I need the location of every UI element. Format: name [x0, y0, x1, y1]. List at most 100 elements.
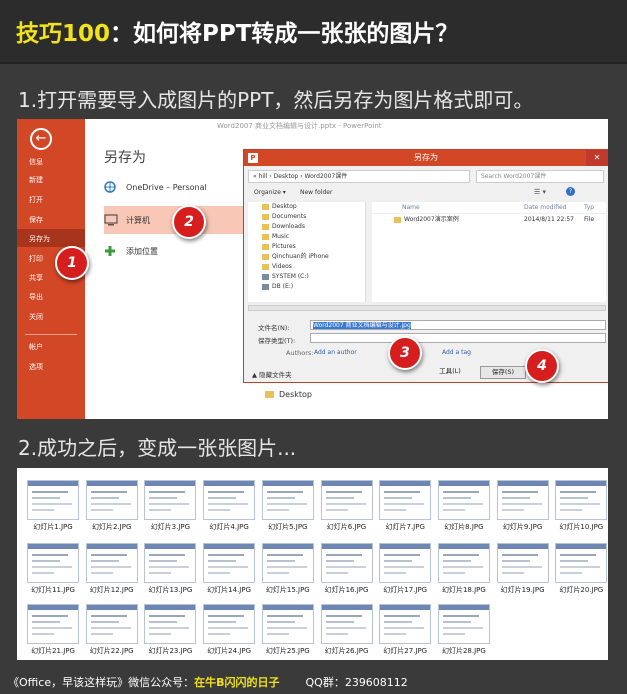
menu-item[interactable]: 导出	[29, 292, 43, 302]
powerpoint-screenshot: Word2007 商业文档编辑与设计.pptx - PowerPoint ← 信…	[17, 119, 608, 419]
tree-item[interactable]: Qinchuan的 iPhone	[248, 252, 365, 262]
menu-item[interactable]: 新建	[29, 175, 43, 185]
column-name[interactable]: Name	[402, 202, 420, 214]
dialog-toolbar: Organize ▾ New folder ☰ ▾ ?	[244, 186, 608, 200]
slide-thumbnail[interactable]: 幻灯片3.JPG	[144, 480, 197, 532]
slide-thumbnail[interactable]: 幻灯片26.JPG	[320, 604, 373, 656]
dialog-titlebar: P 另存为 ✕	[244, 150, 608, 166]
slide-image	[379, 543, 432, 583]
slide-thumbnail[interactable]: 幻灯片17.JPG	[379, 543, 432, 595]
footer-text: 《Office，早该这样玩》微信公众号：	[8, 676, 195, 689]
slide-filename: 幻灯片16.JPG	[324, 586, 369, 594]
slide-thumbnail[interactable]: 幻灯片22.JPG	[85, 604, 138, 656]
menu-item[interactable]: 打印	[29, 254, 43, 264]
slide-thumbnail[interactable]: 幻灯片25.JPG	[261, 604, 314, 656]
tree-item[interactable]: Pictures	[248, 242, 365, 252]
desktop-item[interactable]: Desktop	[265, 390, 312, 399]
save-type-select[interactable]: JPEG 文件交换格式 (*.jpg)	[310, 333, 606, 343]
slide-thumbnail[interactable]: 幻灯片14.JPG	[203, 543, 256, 595]
globe-icon	[104, 181, 118, 193]
organize-button[interactable]: Organize ▾	[254, 189, 286, 196]
slide-image	[203, 543, 256, 583]
slide-thumbnail[interactable]: 幻灯片27.JPG	[379, 604, 432, 656]
slide-thumbnail[interactable]: 幻灯片2.JPG	[85, 480, 138, 532]
menu-item[interactable]: 打开	[29, 195, 43, 205]
slide-image	[437, 480, 490, 520]
onedrive-option[interactable]: OneDrive – Personal	[104, 181, 207, 193]
tools-button[interactable]: 工具(L)	[430, 366, 470, 379]
tree-item[interactable]: Music	[248, 232, 365, 242]
step-badge-4: 4	[525, 349, 559, 383]
step-badge-3: 3	[388, 336, 422, 370]
tree-item[interactable]: SYSTEM (C:)	[248, 272, 365, 282]
file-type: File	[584, 216, 595, 223]
slide-filename: 幻灯片23.JPG	[148, 647, 193, 655]
menu-active-highlight	[17, 229, 85, 247]
view-icon[interactable]: ☰ ▾	[534, 188, 546, 196]
tree-item[interactable]: Downloads	[248, 222, 365, 232]
slide-thumbnail[interactable]: 幻灯片5.JPG	[261, 480, 314, 532]
slide-thumbnail[interactable]: 幻灯片7.JPG	[379, 480, 432, 532]
slide-thumbnail[interactable]: 幻灯片12.JPG	[85, 543, 138, 595]
computer-option[interactable]: 计算机	[104, 214, 150, 226]
save-button[interactable]: 保存(S)	[480, 366, 526, 379]
horizontal-scrollbar[interactable]	[248, 305, 606, 311]
file-row[interactable]: Word2007演示案例 2014/8/11 22:57 File	[372, 214, 606, 226]
slide-thumbnail[interactable]: 幻灯片16.JPG	[320, 543, 373, 595]
slide-thumbnail[interactable]: 幻灯片4.JPG	[203, 480, 256, 532]
folder-tree[interactable]: Desktop Documents Downloads Music Pictures Qi…	[248, 202, 366, 302]
slide-filename: 幻灯片18.JPG	[441, 586, 486, 594]
menu-divider	[25, 334, 77, 335]
address-bar[interactable]: « hill › Desktop › Word2007课件	[248, 170, 470, 183]
slide-image	[261, 604, 314, 644]
slide-filename: 幻灯片4.JPG	[209, 523, 249, 531]
slide-thumbnail[interactable]: 幻灯片19.JPG	[496, 543, 549, 595]
slide-thumbnail[interactable]: 幻灯片10.JPG	[555, 480, 608, 532]
add-author-link[interactable]: Add an author	[314, 349, 357, 356]
slide-thumbnail[interactable]: 幻灯片20.JPG	[555, 543, 608, 595]
slide-image	[203, 480, 256, 520]
slide-filename: 幻灯片7.JPG	[385, 523, 425, 531]
slide-thumbnail[interactable]: 幻灯片9.JPG	[496, 480, 549, 532]
slide-thumbnail[interactable]: 幻灯片21.JPG	[27, 604, 79, 656]
slide-thumbnail[interactable]: 幻灯片6.JPG	[320, 480, 373, 532]
help-icon[interactable]: ?	[566, 187, 575, 196]
slide-thumbnail[interactable]: 幻灯片11.JPG	[27, 543, 79, 595]
file-list[interactable]: Name Date modified Typ Word2007演示案例 2014…	[372, 202, 606, 302]
filename-field[interactable]: Word2007 商业文档编辑与设计.jpg	[310, 320, 606, 330]
menu-item[interactable]: 关闭	[29, 312, 43, 322]
menu-item[interactable]: 信息	[29, 157, 43, 167]
slide-thumbnail[interactable]: 幻灯片1.JPG	[27, 480, 79, 532]
slide-thumbnail[interactable]: 幻灯片8.JPG	[437, 480, 490, 532]
menu-item[interactable]: 共享	[29, 273, 43, 283]
slide-thumbnail[interactable]: 幻灯片28.JPG	[437, 604, 490, 656]
file-date: 2014/8/11 22:57	[524, 216, 574, 223]
tree-item[interactable]: Documents	[248, 212, 365, 222]
menu-item[interactable]: 帐户	[29, 342, 43, 352]
tree-item[interactable]: Desktop	[248, 202, 365, 212]
slide-image	[203, 604, 256, 644]
add-tag-link[interactable]: Add a tag	[442, 349, 471, 356]
hide-folders-toggle[interactable]: ▲ 隐藏文件夹	[252, 369, 292, 379]
search-input[interactable]: Search Word2007课件	[476, 170, 604, 183]
column-type[interactable]: Typ	[584, 202, 594, 214]
add-place-option[interactable]: 添加位置	[104, 245, 158, 257]
slide-thumbnail[interactable]: 幻灯片13.JPG	[144, 543, 197, 595]
back-arrow-icon[interactable]: ←	[30, 128, 52, 150]
slide-thumbnail[interactable]: 幻灯片23.JPG	[144, 604, 197, 656]
slide-thumbnail[interactable]: 幻灯片18.JPG	[437, 543, 490, 595]
slide-image	[437, 604, 490, 644]
tree-item[interactable]: Videos	[248, 262, 365, 272]
new-folder-button[interactable]: New folder	[300, 189, 332, 196]
column-date[interactable]: Date modified	[524, 202, 567, 214]
dialog-title: 另存为	[414, 153, 438, 162]
slide-thumbnail[interactable]: 幻灯片15.JPG	[261, 543, 314, 595]
menu-item[interactable]: 保存	[29, 215, 43, 225]
menu-item[interactable]: 另存为	[29, 234, 50, 244]
computer-label: 计算机	[126, 215, 150, 225]
menu-item[interactable]: 选项	[29, 362, 43, 372]
close-icon[interactable]: ✕	[586, 150, 608, 166]
slide-thumbnail[interactable]: 幻灯片24.JPG	[203, 604, 256, 656]
footer-qq: QQ群：239608112	[305, 676, 408, 689]
tree-item[interactable]: DB (E:)	[248, 282, 365, 292]
